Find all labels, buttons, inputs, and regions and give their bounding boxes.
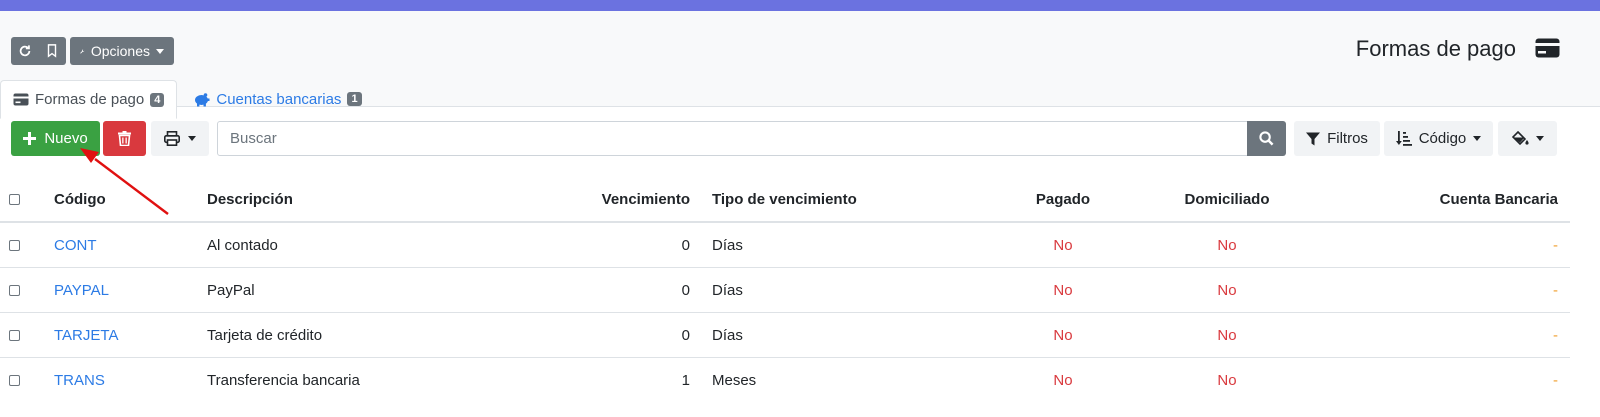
- table-row[interactable]: CONT Al contado 0 Días No No -: [0, 223, 1570, 268]
- refresh-icon: [19, 45, 30, 57]
- chevron-down-icon: [1473, 136, 1482, 141]
- sort-label: Código: [1418, 130, 1467, 147]
- plus-icon: [23, 132, 37, 145]
- payment-methods-table: Código Descripción Vencimiento Tipo de v…: [0, 177, 1570, 403]
- tab-bank-accounts[interactable]: Cuentas bancarias 1: [177, 80, 373, 118]
- table-row[interactable]: PAYPAL PayPal 0 Días No No -: [0, 268, 1570, 313]
- list-toolbar: Nuevo Filtros Código: [0, 121, 1600, 157]
- new-button-label: Nuevo: [44, 130, 88, 147]
- print-icon: [164, 131, 180, 146]
- column-header-paid[interactable]: Pagado: [1012, 177, 1114, 221]
- column-header-bank-account[interactable]: Cuenta Bancaria: [1440, 177, 1558, 221]
- due-cell: 0: [681, 281, 690, 299]
- tab-label: Formas de pago: [35, 91, 145, 108]
- trash-icon: [118, 131, 131, 146]
- new-button[interactable]: Nuevo: [11, 121, 100, 156]
- filters-label: Filtros: [1327, 130, 1368, 147]
- bookmark-button[interactable]: [39, 37, 67, 65]
- code-link[interactable]: CONT: [54, 223, 97, 267]
- tab-payment-methods[interactable]: Formas de pago 4: [0, 80, 178, 119]
- print-dropdown-button[interactable]: [151, 121, 209, 156]
- credit-card-icon: [1535, 37, 1560, 63]
- description-cell: Transferencia bancaria: [207, 372, 360, 389]
- row-checkbox[interactable]: [9, 240, 20, 251]
- select-all-checkbox[interactable]: [9, 194, 20, 205]
- delete-button[interactable]: [103, 121, 146, 156]
- row-checkbox[interactable]: [9, 375, 20, 386]
- count-badge: 4: [150, 92, 165, 107]
- table-header-row: Código Descripción Vencimiento Tipo de v…: [0, 177, 1570, 223]
- due-type-cell: Meses: [712, 372, 757, 389]
- color-dropdown-button[interactable]: [1498, 121, 1557, 156]
- description-cell: Al contado: [207, 236, 278, 254]
- due-cell: 0: [681, 326, 690, 344]
- chevron-down-icon: [188, 136, 196, 141]
- column-header-direct-debit[interactable]: Domiciliado: [1176, 177, 1278, 221]
- wrench-icon: [80, 49, 85, 54]
- bank-account-cell: -: [1553, 326, 1558, 344]
- row-checkbox[interactable]: [9, 330, 20, 341]
- page-title: Formas de pago: [1355, 36, 1516, 61]
- direct-debit-cell: No: [1217, 236, 1237, 254]
- refresh-bookmark-group: [11, 37, 66, 65]
- search-icon: [1259, 131, 1274, 146]
- header-button-group: Opciones: [11, 37, 174, 65]
- bank-account-cell: -: [1553, 281, 1558, 299]
- column-header-description[interactable]: Descripción: [207, 177, 293, 221]
- tab-bar: Formas de pago 4 Cuentas bancarias 1: [0, 80, 374, 119]
- chevron-down-icon: [1535, 136, 1544, 141]
- column-header-due-type[interactable]: Tipo de vencimiento: [712, 177, 857, 221]
- refresh-button[interactable]: [11, 37, 39, 65]
- direct-debit-cell: No: [1217, 281, 1237, 299]
- due-type-cell: Días: [712, 326, 743, 344]
- paid-cell: No: [1053, 236, 1073, 254]
- filters-button[interactable]: Filtros: [1294, 121, 1380, 156]
- search-input[interactable]: [217, 121, 1248, 156]
- sort-icon: [1395, 131, 1412, 146]
- column-header-due[interactable]: Vencimiento: [602, 177, 690, 221]
- table-row[interactable]: TRANS Transferencia bancaria 1 Meses No …: [0, 358, 1570, 403]
- page-header: Opciones Formas de pago Formas de pago 4…: [0, 11, 1600, 119]
- piggy-bank-icon: [195, 92, 210, 106]
- bank-account-cell: -: [1553, 372, 1558, 389]
- due-type-cell: Días: [712, 236, 743, 254]
- description-cell: Tarjeta de crédito: [207, 326, 323, 344]
- direct-debit-cell: No: [1217, 372, 1237, 389]
- table-row[interactable]: TARJETA Tarjeta de crédito 0 Días No No …: [0, 313, 1570, 358]
- bank-account-cell: -: [1553, 236, 1558, 254]
- bookmark-icon: [48, 44, 57, 58]
- due-cell: 1: [681, 372, 690, 389]
- tab-label: Cuentas bancarias: [216, 90, 342, 108]
- paid-cell: No: [1053, 281, 1073, 299]
- column-header-code[interactable]: Código: [54, 177, 106, 221]
- paint-bucket-icon: [1511, 131, 1529, 146]
- chevron-down-icon: [156, 48, 164, 54]
- credit-card-icon: [13, 93, 29, 106]
- top-accent-bar: [0, 0, 1600, 11]
- code-link[interactable]: PAYPAL: [54, 268, 109, 312]
- code-link[interactable]: TARJETA: [54, 313, 118, 357]
- direct-debit-cell: No: [1217, 326, 1237, 344]
- search-button[interactable]: [1247, 121, 1286, 156]
- description-cell: PayPal: [207, 281, 255, 299]
- filter-icon: [1306, 132, 1321, 145]
- paid-cell: No: [1053, 372, 1073, 389]
- due-type-cell: Días: [712, 281, 743, 299]
- options-label: Opciones: [90, 43, 150, 59]
- count-badge: 1: [347, 92, 362, 106]
- code-link[interactable]: TRANS: [54, 358, 105, 403]
- options-dropdown-button[interactable]: Opciones: [70, 37, 174, 65]
- sort-dropdown-button[interactable]: Código: [1384, 121, 1493, 156]
- due-cell: 0: [681, 236, 690, 254]
- paid-cell: No: [1053, 326, 1073, 344]
- row-checkbox[interactable]: [9, 285, 20, 296]
